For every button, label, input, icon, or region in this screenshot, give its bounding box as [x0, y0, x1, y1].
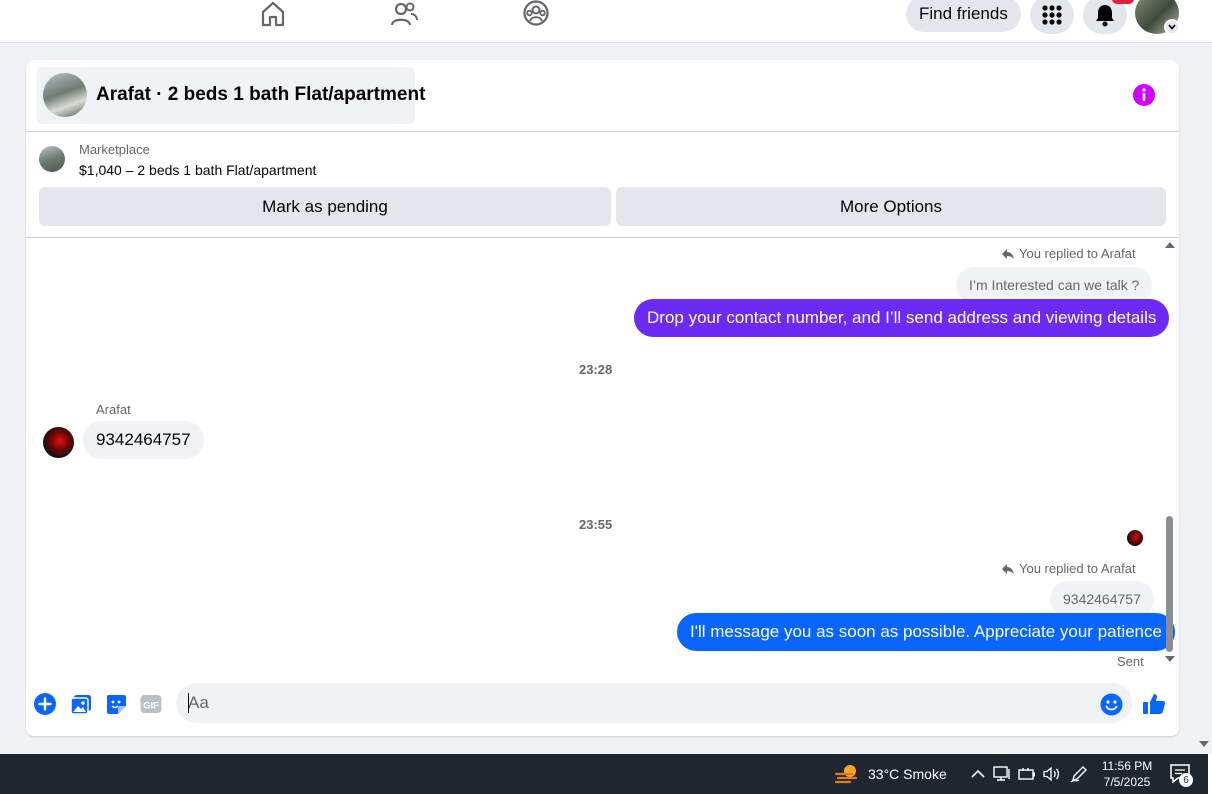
outgoing-message[interactable]: I'll message you as soon as possible. Ap…	[677, 613, 1175, 651]
reply-label: You replied to Arafat	[1019, 561, 1136, 576]
svg-text:GIF: GIF	[143, 701, 159, 712]
message-status: Sent	[1117, 654, 1144, 669]
battery-icon[interactable]	[1017, 764, 1037, 784]
smoke-weather-icon[interactable]	[834, 762, 860, 786]
reply-indicator: You replied to Arafat	[1001, 561, 1136, 576]
clock-time: 11:56 PM	[1101, 759, 1153, 773]
info-icon[interactable]	[1132, 83, 1156, 107]
notification-badge	[1112, 0, 1134, 4]
reply-label: You replied to Arafat	[1019, 246, 1136, 261]
conversation-title: Arafat · 2 beds 1 bath Flat/apartment	[96, 84, 426, 105]
message-timestamp: 23:55	[579, 517, 613, 532]
groups-icon[interactable]	[521, 0, 551, 28]
reply-arrow-icon	[1002, 248, 1014, 259]
seen-indicator-avatar	[1127, 530, 1143, 546]
reply-arrow-icon	[1002, 563, 1014, 574]
weather-text[interactable]: 33°C Smoke	[868, 766, 947, 782]
taskbar: 33°C Smoke 11:56 PM 7/5/2025 6	[0, 754, 1212, 794]
listing-price-title[interactable]: $1,040 – 2 beds 1 bath Flat/apartment	[79, 162, 316, 178]
sticker-icon[interactable]	[104, 692, 128, 716]
marketplace-panel: Marketplace $1,040 – 2 beds 1 bath Flat/…	[26, 132, 1179, 238]
menu-button[interactable]	[1030, 0, 1074, 34]
mark-as-pending-button[interactable]: Mark as pending	[39, 187, 611, 226]
chat-header: Arafat · 2 beds 1 bath Flat/apartment	[26, 60, 1179, 132]
quoted-message[interactable]: I’m Interested can we talk ?	[956, 267, 1153, 303]
scroll-thumb[interactable]	[1166, 516, 1173, 652]
scroll-up-arrow[interactable]	[1165, 242, 1175, 248]
conversation-title-button[interactable]: Arafat · 2 beds 1 bath Flat/apartment	[37, 67, 425, 124]
clock-date: 7/5/2025	[1103, 775, 1151, 789]
thumbs-up-icon[interactable]	[1142, 692, 1166, 716]
page-scroll-down-arrow[interactable]	[1199, 741, 1209, 747]
bell-icon	[1096, 5, 1114, 27]
sender-avatar[interactable]	[43, 427, 74, 458]
chat-window: Arafat · 2 beds 1 bath Flat/apartment Ma…	[26, 60, 1179, 736]
more-actions-icon[interactable]	[33, 692, 57, 716]
more-options-button[interactable]: More Options	[616, 187, 1166, 226]
volume-icon[interactable]	[1041, 764, 1061, 784]
home-icon[interactable]	[258, 0, 288, 28]
message-list: You replied to Arafat I’m Interested can…	[26, 238, 1179, 672]
reply-indicator: You replied to Arafat	[1001, 246, 1136, 261]
scroll-down-arrow[interactable]	[1165, 656, 1175, 662]
notifications-button[interactable]	[1083, 0, 1127, 34]
gif-icon[interactable]: GIF	[139, 692, 163, 716]
incoming-message[interactable]: 9342464757	[83, 421, 204, 459]
menu-grid-icon	[1042, 5, 1062, 25]
message-timestamp: 23:28	[579, 362, 613, 377]
find-friends-button[interactable]: Find friends	[906, 0, 1021, 32]
message-scrollbar[interactable]	[1165, 238, 1175, 672]
text-caret	[188, 693, 189, 713]
marketplace-label: Marketplace	[79, 142, 150, 157]
system-clock[interactable]: 11:56 PM 7/5/2025	[1098, 758, 1156, 790]
notification-count-badge: 6	[1179, 773, 1193, 787]
screen-edge	[1208, 754, 1212, 794]
emoji-icon[interactable]	[1099, 692, 1123, 716]
chevron-down-icon[interactable]	[1164, 19, 1180, 35]
chevron-up-icon[interactable]	[968, 764, 988, 784]
message-input[interactable]	[176, 683, 1132, 723]
quoted-message[interactable]: 9342464757	[1050, 581, 1154, 617]
network-icon[interactable]	[992, 764, 1012, 784]
friends-icon[interactable]	[389, 0, 419, 28]
attach-photo-icon[interactable]	[69, 692, 93, 716]
message-composer: GIF	[26, 680, 1179, 728]
marketplace-listing-thumbnail[interactable]	[39, 146, 65, 172]
sender-name: Arafat	[96, 402, 131, 417]
outgoing-message[interactable]: Drop your contact number, and I’ll send …	[634, 299, 1170, 337]
top-navigation: Find friends	[0, 0, 1212, 43]
listing-avatar	[43, 73, 87, 117]
pen-icon[interactable]	[1069, 764, 1089, 784]
